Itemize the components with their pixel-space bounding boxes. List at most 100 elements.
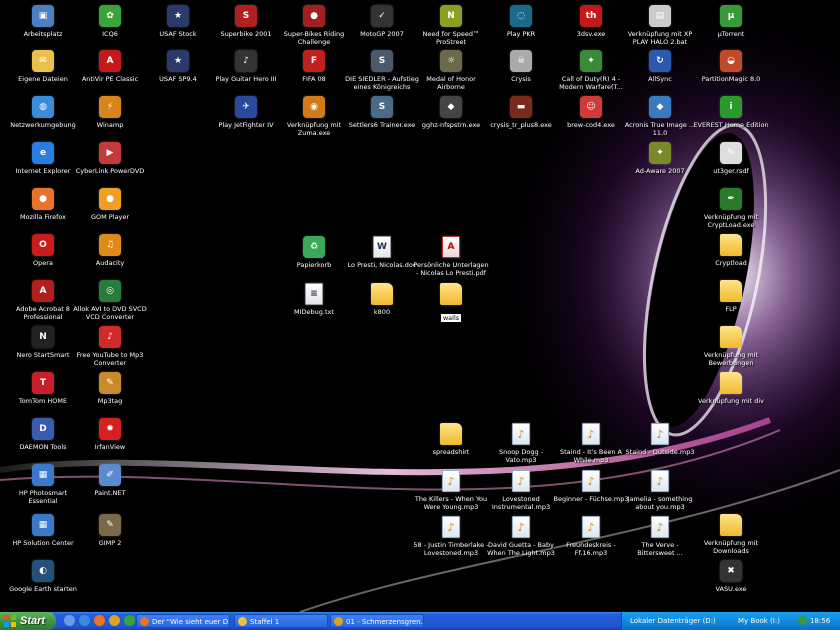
desktop-icon[interactable]: ● GOM Player [72,188,148,221]
daemon-tools-icon: D [32,418,54,440]
desktop-icon[interactable]: ☼ Medal of Honor Airborne [413,50,489,91]
desktop-icon[interactable]: A AntiVir PE Classic [72,50,148,83]
desktop-icon[interactable]: ♪ Free YouTube to Mp3 Converter [72,326,148,367]
desktop-icon[interactable]: ♪ Beginner - Füchse.mp3 [553,470,629,503]
task-staffel[interactable]: Staffel 1 [234,614,328,628]
desktop-icon[interactable]: ♪ Staind - It's Been A While.mp3 [553,423,629,464]
desktop-icon[interactable]: ✎ ut3ger.rsdf [693,142,769,175]
drive-i-label[interactable]: My Book (I:) [738,617,780,625]
desktop-icon[interactable]: ▤ Verknüpfung mit XP PLAY HALO 2.bat [622,5,698,46]
desktop-icon[interactable]: ▣ Arbeitsplatz [5,5,81,38]
desktop-icon[interactable]: ✎ GIMP 2 [72,514,148,547]
desktop-icon-label: brew-cod4.exe [567,121,615,129]
desktop-icon[interactable]: ▶ CyberLink PowerDVD [72,142,148,175]
desktop-icon[interactable]: N Nero StartSmart [5,326,81,359]
desktop-icon[interactable]: ♪ Play Guitar Hero III [208,50,284,83]
desktop-icon[interactable]: S Superbike 2001 [208,5,284,38]
desktop-icon[interactable]: F FIFA 08 [276,50,352,83]
desktop-icon[interactable]: ♪ Jamelia - something about you.mp3 [622,470,698,511]
desktop-icon[interactable]: ☺ brew-cod4.exe [553,96,629,129]
clock[interactable]: 18:56 [810,617,830,625]
desktop-icon[interactable]: ♪ Snoop Dogg - Vato.mp3 [483,423,559,464]
desktop-icon[interactable]: ☠ Crysis [483,50,559,83]
desktop-icon[interactable]: A Persönliche Unterlagen - Nicolas Lo Pre… [413,236,489,277]
desktop-icon[interactable]: ✒ Verknüpfung mit CryptLoad.exe [693,188,769,229]
task-winamp[interactable]: 01 - Schmerzensgren... [330,614,424,628]
desktop-icon[interactable]: ★ USAF Stock [140,5,216,38]
desktop-icon[interactable]: ◒ PartitionMagic 8.0 [693,50,769,83]
desktop-icon[interactable]: ● Super-Bikes Riding Challenge [276,5,352,46]
task-firefox[interactable]: Der "Wie sieht euer D... [136,614,230,628]
desktop[interactable]: ▣ Arbeitsplatz ✉ Eigene Dateien ◍ Netzwerkumg… [0,0,840,612]
desktop-icon[interactable]: ♻ Papierkorb [276,236,352,269]
desktop-icon[interactable]: Verknüpfung mit Bewerbungen [693,326,769,367]
desktop-icon[interactable]: ◉ Verknüpfung mit Zuma.exe [276,96,352,137]
desktop-icon-label: ut3ger.rsdf [713,167,749,175]
desktop-icon[interactable]: ▦ HP Photosmart Essential [5,464,81,505]
desktop-icon[interactable]: ✖ VASU.exe [693,560,769,593]
desktop-icon[interactable]: D DAEMON Tools [5,418,81,451]
desktop-icon[interactable]: ♪ Staind - Outside.mp3 [622,423,698,456]
desktop-icon[interactable]: FLP [693,280,769,313]
ie-quick-icon[interactable] [79,615,90,626]
desktop-icon[interactable]: ⚡ Winamp [72,96,148,129]
desktop-icon[interactable]: A Adobe Acrobat 8 Professional [5,280,81,321]
desktop-icon[interactable]: µ µTorrent [693,5,769,38]
mp3-file-icon: ♪ [512,516,530,538]
superbike-icon: S [235,5,257,27]
desktop-icon[interactable]: ▬ crysis_tr_plus8.exe [483,96,559,129]
desktop-icon[interactable]: Verknüpfung mit div [693,372,769,405]
desktop-icon[interactable]: ♪ Lovestoned Instrumental.mp3 [483,470,559,511]
desktop-icon[interactable]: S DIE SIEDLER - Aufstieg eines Königreich… [344,50,420,91]
desktop-icon[interactable]: ✉ Eigene Dateien [5,50,81,83]
desktop-icon[interactable]: ✦ Ad-Aware 2007 [622,142,698,175]
desktop-icon[interactable]: ◆ gghz-nfspstrn.exe [413,96,489,129]
desktop-icon[interactable]: T TomTom HOME [5,372,81,405]
desktop-icon[interactable]: k800 [344,283,420,316]
firefox-quick-icon[interactable] [94,615,105,626]
desktop-icon[interactable]: ◆ Acronis True Image ... 11.0 [622,96,698,137]
desktop-icon[interactable]: ✓ MotoGP 2007 [344,5,420,38]
desktop-icon[interactable]: ◍ Netzwerkumgebung [5,96,81,129]
desktop-icon[interactable]: e Internet Explorer [5,142,81,175]
desktop-icon[interactable]: ✈ Play JetFighter IV [208,96,284,129]
desktop-icon[interactable]: ✦ Call of Duty(R) 4 - Modern Warfare(T... [553,50,629,91]
desktop-icon[interactable]: Cryptload [693,234,769,267]
desktop-icon[interactable]: ♪ The Verve - Bittersweet ... [622,516,698,557]
desktop-icon[interactable]: ♪ 58 - Justin Timberlake - Lovestoned.mp3 [413,516,489,557]
desktop-icon[interactable]: ↻ AllSync [622,50,698,83]
desktop-icon-label: Netzwerkumgebung [10,121,76,129]
desktop-icon[interactable]: ♪ The Killers - When You Were Young.mp3 [413,470,489,511]
desktop-icon[interactable]: ◎ Allok AVI to DVD SVCD VCD Converter [72,280,148,321]
desktop-icon-label: walls [440,314,462,322]
desktop-icon[interactable]: ● Mozilla Firefox [5,188,81,221]
desktop-icon[interactable]: ≡ MIDebug.txt [276,283,352,316]
show-desktop-icon[interactable] [64,615,75,626]
desktop-icon[interactable]: ♪ David Guetta - Baby When The Light.mp3 [483,516,559,557]
desktop-icon[interactable]: ★ USAF SP9.4 [140,50,216,83]
desktop-icon[interactable]: i EVEREST Home Edition [693,96,769,129]
icq-quick-icon[interactable] [124,615,135,626]
desktop-icon[interactable]: ♪ Freundeskreis - Ff.16.mp3 [553,516,629,557]
start-button[interactable]: Start [0,612,56,630]
drive-d-label[interactable]: Lokaler Datenträger (D:) [630,617,716,625]
desktop-icon[interactable]: spreadshirt [413,423,489,456]
desktop-icon[interactable]: walls [413,283,489,324]
desktop-icon[interactable]: Verknüpfung mit Downloads [693,514,769,555]
desktop-icon[interactable]: O Opera [5,234,81,267]
desktop-icon[interactable]: N Need for Speed™ ProStreet [413,5,489,46]
network-tray-icon[interactable] [798,616,807,625]
desktop-icon[interactable]: ◌ Play PKR [483,5,559,38]
desktop-icon[interactable]: th 3dsv.exe [553,5,629,38]
pkr-icon: ◌ [510,5,532,27]
desktop-icon[interactable]: ▦ HP Solution Center [5,514,81,547]
desktop-icon[interactable]: ◐ Google Earth starten [5,560,81,593]
winamp-quick-icon[interactable] [109,615,120,626]
desktop-icon[interactable]: ✎ Mp3tag [72,372,148,405]
desktop-icon[interactable]: W Lo Presti, Nicolas.doc [344,236,420,269]
desktop-icon[interactable]: ✐ Paint.NET [72,464,148,497]
desktop-icon[interactable]: ✹ IrfanView [72,418,148,451]
desktop-icon[interactable]: ♫ Audacity [72,234,148,267]
desktop-icon[interactable]: ✿ ICQ6 [72,5,148,38]
desktop-icon[interactable]: S Settlers6 Trainer.exe [344,96,420,129]
